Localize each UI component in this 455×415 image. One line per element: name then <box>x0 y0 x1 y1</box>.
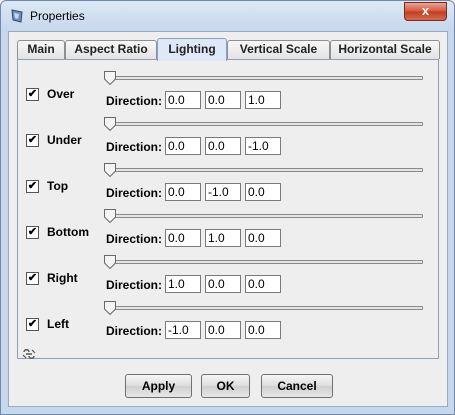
checkmark-icon: ✔ <box>27 88 38 100</box>
button-label: OK <box>216 379 235 393</box>
direction-label: Direction: <box>106 94 163 108</box>
tab-main[interactable]: Main <box>17 40 65 59</box>
button-label: Apply <box>141 379 176 393</box>
tab-aspect-ratio[interactable]: Aspect Ratio <box>65 40 157 59</box>
tab-label: Main <box>27 42 55 56</box>
slider-track[interactable] <box>108 76 423 80</box>
direction-y-input[interactable] <box>205 275 241 293</box>
checkbox-top[interactable]: ✔ <box>26 180 39 193</box>
window-title: Properties <box>30 9 85 23</box>
light-row-right: ✔ Right Direction: <box>18 255 438 299</box>
direction-z-input[interactable] <box>245 321 281 339</box>
light-row-left: ✔ Left Direction: <box>18 301 438 345</box>
light-label: Right <box>47 271 78 285</box>
slider-thumb[interactable] <box>104 255 116 269</box>
direction-x-input[interactable] <box>165 137 201 155</box>
direction-y-input[interactable] <box>205 321 241 339</box>
tab-lighting[interactable]: Lighting <box>157 38 227 61</box>
tab-label: Aspect Ratio <box>74 42 148 56</box>
dialog-body: Main Aspect Ratio Lighting Vertical Scal… <box>8 31 448 407</box>
checkbox-left[interactable]: ✔ <box>26 318 39 331</box>
light-label: Under <box>47 133 82 147</box>
light-label: Top <box>47 179 69 193</box>
cancel-button[interactable]: Cancel <box>261 374 333 398</box>
checkmark-icon: ✔ <box>27 134 38 146</box>
checkmark-icon: ✔ <box>27 226 38 238</box>
checkmark-icon: ✔ <box>27 318 38 330</box>
light-label: Bottom <box>47 225 89 239</box>
direction-z-input[interactable] <box>245 183 281 201</box>
close-button[interactable]: x <box>404 2 447 21</box>
direction-y-input[interactable] <box>205 137 241 155</box>
direction-label: Direction: <box>106 186 163 200</box>
lighting-panel: ✔ Over Direction: ✔ Under Direction: <box>17 59 439 359</box>
direction-z-input[interactable] <box>245 229 281 247</box>
slider-track[interactable] <box>108 168 423 172</box>
direction-label: Direction: <box>106 140 163 154</box>
slider-thumb[interactable] <box>104 301 116 315</box>
direction-x-input[interactable] <box>165 321 201 339</box>
tab-vertical-scale[interactable]: Vertical Scale <box>227 40 330 59</box>
properties-window: Properties x Main Aspect Ratio Lighting … <box>0 0 455 415</box>
direction-x-input[interactable] <box>165 229 201 247</box>
direction-y-input[interactable] <box>205 183 241 201</box>
slider-thumb[interactable] <box>104 71 116 85</box>
direction-label: Direction: <box>106 324 163 338</box>
light-label: Over <box>47 87 75 101</box>
apply-button[interactable]: Apply <box>125 374 192 398</box>
direction-x-input[interactable] <box>165 91 201 109</box>
slider-track[interactable] <box>108 306 423 310</box>
tab-horizontal-scale[interactable]: Horizontal Scale <box>330 40 440 59</box>
slider-track[interactable] <box>108 214 423 218</box>
checkbox-bottom[interactable]: ✔ <box>26 226 39 239</box>
slider-track[interactable] <box>108 260 423 264</box>
slider-thumb[interactable] <box>104 163 116 177</box>
direction-z-input[interactable] <box>245 137 281 155</box>
slider-thumb[interactable] <box>104 209 116 223</box>
checkbox-right[interactable]: ✔ <box>26 272 39 285</box>
light-row-top: ✔ Top Direction: <box>18 163 438 207</box>
direction-z-input[interactable] <box>245 275 281 293</box>
direction-label: Direction: <box>106 232 163 246</box>
direction-label: Direction: <box>106 278 163 292</box>
direction-z-input[interactable] <box>245 91 281 109</box>
direction-y-input[interactable] <box>205 229 241 247</box>
link-icon[interactable] <box>22 348 36 360</box>
tab-label: Vertical Scale <box>239 42 318 56</box>
slider-track[interactable] <box>108 122 423 126</box>
checkbox-over[interactable]: ✔ <box>26 88 39 101</box>
light-label: Left <box>47 317 69 331</box>
slider-thumb[interactable] <box>104 117 116 131</box>
tab-label: Lighting <box>168 42 216 56</box>
checkmark-icon: ✔ <box>27 272 38 284</box>
ok-button[interactable]: OK <box>201 374 250 398</box>
direction-x-input[interactable] <box>165 275 201 293</box>
button-label: Cancel <box>277 379 317 393</box>
light-row-over: ✔ Over Direction: <box>18 71 438 115</box>
title-bar[interactable]: Properties x <box>1 1 454 31</box>
light-row-bottom: ✔ Bottom Direction: <box>18 209 438 253</box>
light-row-under: ✔ Under Direction: <box>18 117 438 161</box>
checkmark-icon: ✔ <box>27 180 38 192</box>
app-icon <box>11 9 23 23</box>
direction-x-input[interactable] <box>165 183 201 201</box>
tab-label: Horizontal Scale <box>338 42 432 56</box>
close-icon: x <box>421 3 430 18</box>
checkbox-under[interactable]: ✔ <box>26 134 39 147</box>
direction-y-input[interactable] <box>205 91 241 109</box>
